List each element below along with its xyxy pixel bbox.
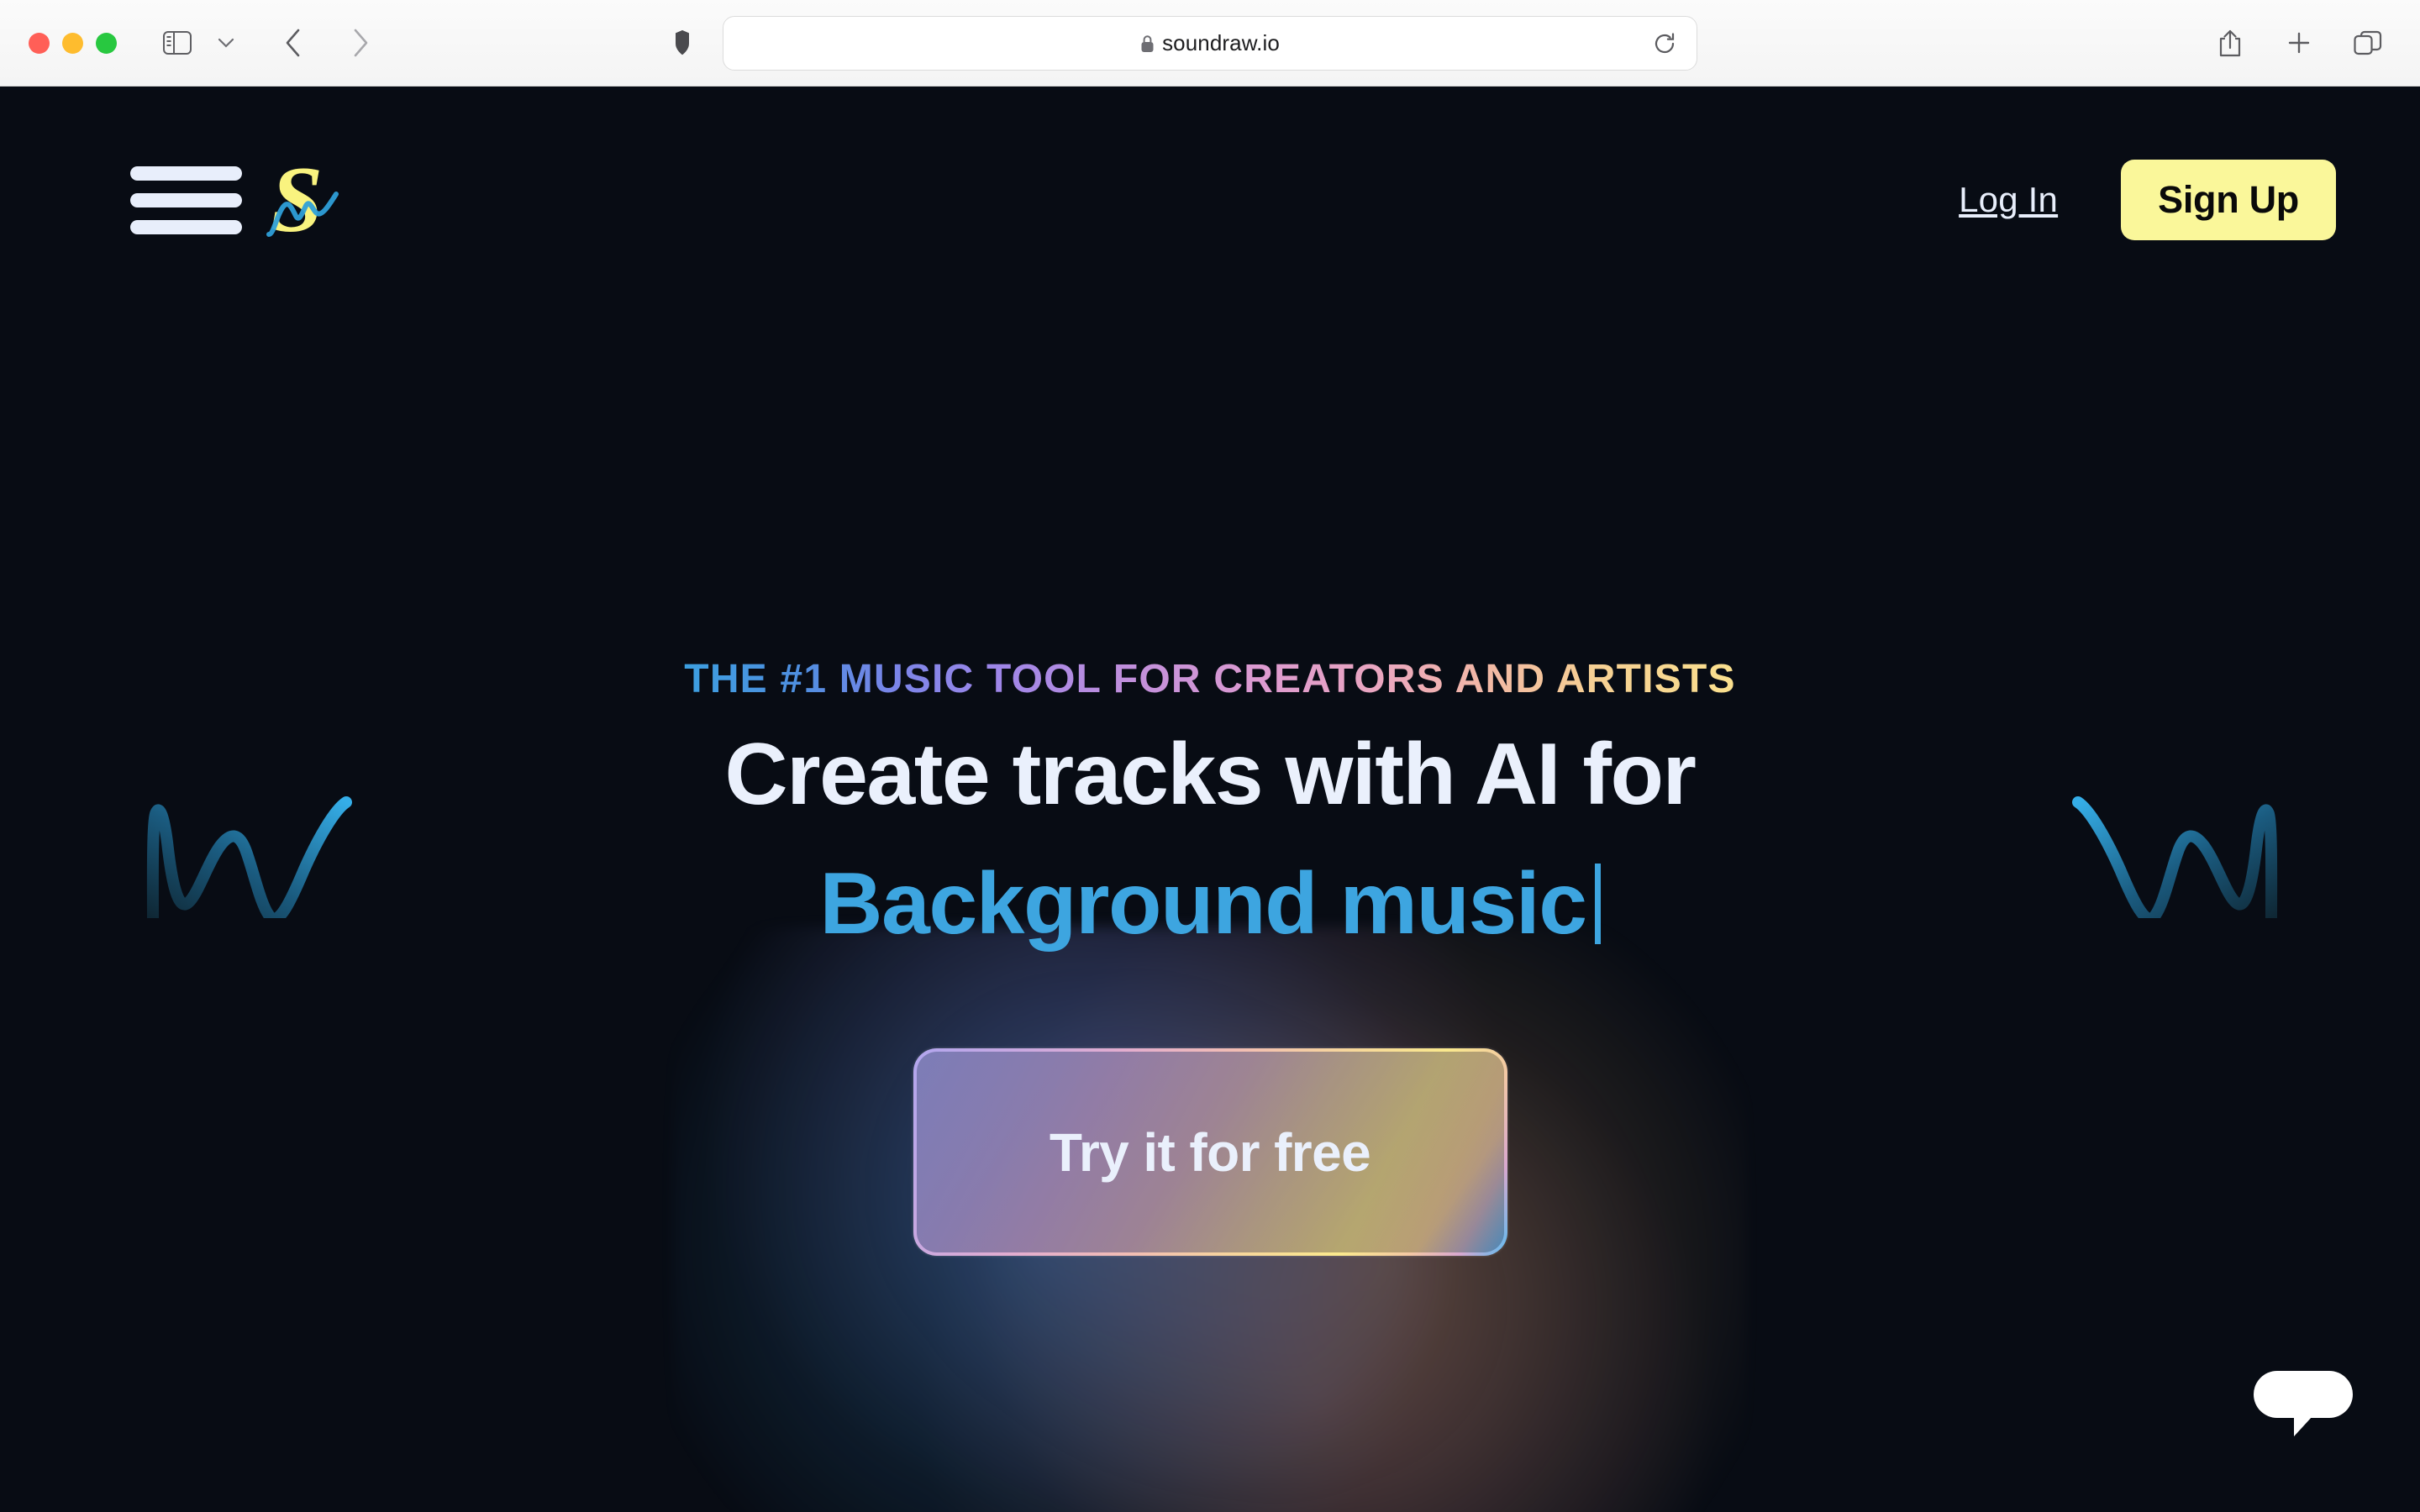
- cta-label: Try it for free: [1049, 1121, 1371, 1183]
- url-display: soundraw.io: [1140, 30, 1280, 56]
- privacy-shield-icon[interactable]: [664, 24, 701, 61]
- zoom-window-button[interactable]: [96, 32, 117, 54]
- forward-chevron-icon[interactable]: [337, 19, 384, 66]
- hero-tagline: THE #1 MUSIC TOOL FOR CREATORS AND ARTIS…: [684, 657, 1736, 701]
- cta-container: Try it for free: [913, 1048, 1507, 1256]
- soundraw-landing-page: S Log In Sign Up THE #1 MUSIC TOOL FOR C…: [0, 87, 2420, 1512]
- typing-caret: [1594, 864, 1601, 944]
- hero-headline-line1: Create tracks with AI for: [724, 726, 1697, 823]
- browser-toolbar: soundraw.io: [0, 0, 2420, 87]
- chevron-down-icon[interactable]: [203, 19, 250, 66]
- hero-headline-line2: Background music: [819, 855, 1587, 953]
- reload-icon[interactable]: [1648, 27, 1681, 60]
- tab-overview-icon[interactable]: [2344, 19, 2391, 66]
- hero-headline-line2-row: Background music: [819, 855, 1601, 953]
- lock-icon: [1141, 34, 1154, 52]
- new-tab-plus-icon[interactable]: [2275, 19, 2323, 66]
- address-bar[interactable]: soundraw.io: [723, 16, 1697, 71]
- close-window-button[interactable]: [29, 32, 50, 54]
- chat-widget-button[interactable]: [2223, 1357, 2383, 1492]
- try-it-for-free-button[interactable]: Try it for free: [913, 1048, 1507, 1256]
- hero-section: THE #1 MUSIC TOOL FOR CREATORS AND ARTIS…: [0, 87, 2420, 1512]
- back-chevron-icon[interactable]: [270, 19, 317, 66]
- minimize-window-button[interactable]: [62, 32, 83, 54]
- window-traffic-lights: [29, 32, 117, 54]
- sidebar-toggle-icon[interactable]: [154, 19, 201, 66]
- share-icon[interactable]: [2207, 19, 2254, 66]
- url-text: soundraw.io: [1162, 30, 1280, 55]
- chat-bubble-icon: [2254, 1371, 2353, 1436]
